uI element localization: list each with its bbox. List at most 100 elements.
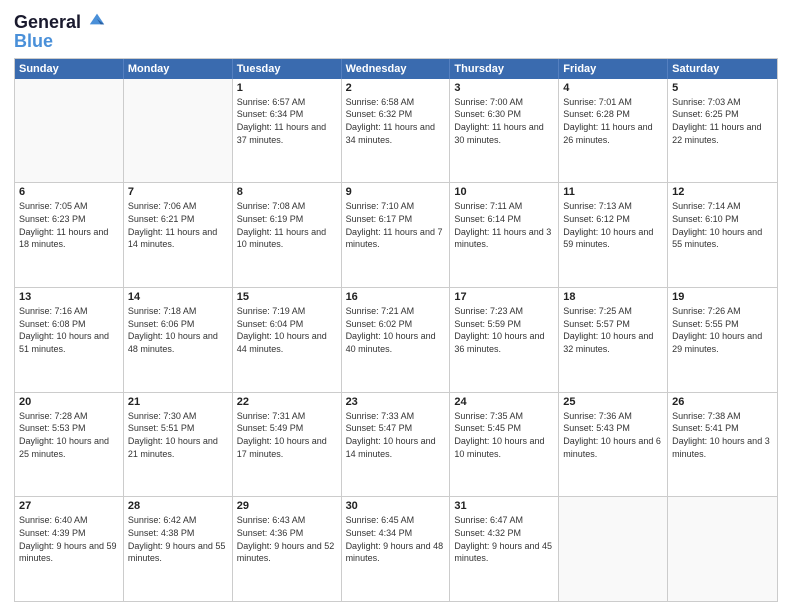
calendar-body: 1 Sunrise: 6:57 AM Sunset: 6:34 PM Daylig… (15, 79, 777, 601)
weekday-header-saturday: Saturday (668, 59, 777, 79)
day-number: 9 (346, 186, 446, 198)
cell-info: Sunrise: 7:05 AM Sunset: 6:23 PM Dayligh… (19, 200, 119, 250)
day-number: 23 (346, 396, 446, 408)
day-number: 2 (346, 82, 446, 94)
cal-cell: 12 Sunrise: 7:14 AM Sunset: 6:10 PM Dayli… (668, 183, 777, 287)
day-number: 27 (19, 500, 119, 512)
cell-info: Sunrise: 7:28 AM Sunset: 5:53 PM Dayligh… (19, 410, 119, 460)
cal-cell: 25 Sunrise: 7:36 AM Sunset: 5:43 PM Dayli… (559, 393, 668, 497)
day-number: 18 (563, 291, 663, 303)
day-number: 12 (672, 186, 773, 198)
calendar-header: SundayMondayTuesdayWednesdayThursdayFrid… (15, 59, 777, 79)
day-number: 22 (237, 396, 337, 408)
day-number: 29 (237, 500, 337, 512)
cell-info: Sunrise: 7:23 AM Sunset: 5:59 PM Dayligh… (454, 305, 554, 355)
cell-info: Sunrise: 7:36 AM Sunset: 5:43 PM Dayligh… (563, 410, 663, 460)
cell-info: Sunrise: 7:13 AM Sunset: 6:12 PM Dayligh… (563, 200, 663, 250)
day-number: 11 (563, 186, 663, 198)
logo-icon (88, 10, 106, 28)
logo-text: General (14, 10, 106, 33)
cal-cell: 29 Sunrise: 6:43 AM Sunset: 4:36 PM Dayli… (233, 497, 342, 601)
week-row-2: 6 Sunrise: 7:05 AM Sunset: 6:23 PM Daylig… (15, 182, 777, 287)
cal-cell: 11 Sunrise: 7:13 AM Sunset: 6:12 PM Dayli… (559, 183, 668, 287)
day-number: 19 (672, 291, 773, 303)
cell-info: Sunrise: 7:21 AM Sunset: 6:02 PM Dayligh… (346, 305, 446, 355)
week-row-3: 13 Sunrise: 7:16 AM Sunset: 6:08 PM Dayli… (15, 287, 777, 392)
logo: General Blue (14, 10, 106, 52)
day-number: 1 (237, 82, 337, 94)
cal-cell: 4Sunrise: 7:01 AM Sunset: 6:28 PM Daylig… (559, 79, 668, 183)
day-number: 20 (19, 396, 119, 408)
cell-info: Sunrise: 7:38 AM Sunset: 5:41 PM Dayligh… (672, 410, 773, 460)
page: General Blue SundayMondayTuesdayWednesda… (0, 0, 792, 612)
cal-cell: 30Sunrise: 6:45 AM Sunset: 4:34 PM Dayli… (342, 497, 451, 601)
cal-cell: 24 Sunrise: 7:35 AM Sunset: 5:45 PM Dayli… (450, 393, 559, 497)
cal-cell: 16 Sunrise: 7:21 AM Sunset: 6:02 PM Dayli… (342, 288, 451, 392)
cell-info: Sunrise: 7:00 AM Sunset: 6:30 PM Dayligh… (454, 96, 554, 146)
calendar: SundayMondayTuesdayWednesdayThursdayFrid… (14, 58, 778, 602)
cell-info: Sunrise: 6:47 AM Sunset: 4:32 PM Dayligh… (454, 514, 554, 564)
cal-cell: 2Sunrise: 6:58 AM Sunset: 6:32 PM Daylig… (342, 79, 451, 183)
cal-cell: 7Sunrise: 7:06 AM Sunset: 6:21 PM Daylig… (124, 183, 233, 287)
cal-cell (559, 497, 668, 601)
cell-info: Sunrise: 7:26 AM Sunset: 5:55 PM Dayligh… (672, 305, 773, 355)
cell-info: Sunrise: 7:18 AM Sunset: 6:06 PM Dayligh… (128, 305, 228, 355)
cal-cell: 31 Sunrise: 6:47 AM Sunset: 4:32 PM Dayli… (450, 497, 559, 601)
cell-info: Sunrise: 6:57 AM Sunset: 6:34 PM Dayligh… (237, 96, 337, 146)
cal-cell: 28 Sunrise: 6:42 AM Sunset: 4:38 PM Dayli… (124, 497, 233, 601)
cal-cell: 9Sunrise: 7:10 AM Sunset: 6:17 PM Daylig… (342, 183, 451, 287)
day-number: 16 (346, 291, 446, 303)
day-number: 17 (454, 291, 554, 303)
cell-info: Sunrise: 7:11 AM Sunset: 6:14 PM Dayligh… (454, 200, 554, 250)
week-row-5: 27 Sunrise: 6:40 AM Sunset: 4:39 PM Dayli… (15, 496, 777, 601)
cal-cell: 14 Sunrise: 7:18 AM Sunset: 6:06 PM Dayli… (124, 288, 233, 392)
cell-info: Sunrise: 6:45 AM Sunset: 4:34 PM Dayligh… (346, 514, 446, 564)
week-row-4: 20 Sunrise: 7:28 AM Sunset: 5:53 PM Dayli… (15, 392, 777, 497)
cal-cell: 27 Sunrise: 6:40 AM Sunset: 4:39 PM Dayli… (15, 497, 124, 601)
cal-cell (124, 79, 233, 183)
day-number: 28 (128, 500, 228, 512)
cell-info: Sunrise: 7:30 AM Sunset: 5:51 PM Dayligh… (128, 410, 228, 460)
cal-cell: 23 Sunrise: 7:33 AM Sunset: 5:47 PM Dayli… (342, 393, 451, 497)
cell-info: Sunrise: 7:33 AM Sunset: 5:47 PM Dayligh… (346, 410, 446, 460)
cal-cell: 22 Sunrise: 7:31 AM Sunset: 5:49 PM Dayli… (233, 393, 342, 497)
weekday-header-monday: Monday (124, 59, 233, 79)
cell-info: Sunrise: 7:25 AM Sunset: 5:57 PM Dayligh… (563, 305, 663, 355)
weekday-header-friday: Friday (559, 59, 668, 79)
day-number: 6 (19, 186, 119, 198)
cell-info: Sunrise: 6:42 AM Sunset: 4:38 PM Dayligh… (128, 514, 228, 564)
cal-cell: 20 Sunrise: 7:28 AM Sunset: 5:53 PM Dayli… (15, 393, 124, 497)
cell-info: Sunrise: 6:43 AM Sunset: 4:36 PM Dayligh… (237, 514, 337, 564)
cell-info: Sunrise: 7:35 AM Sunset: 5:45 PM Dayligh… (454, 410, 554, 460)
day-number: 26 (672, 396, 773, 408)
cell-info: Sunrise: 7:31 AM Sunset: 5:49 PM Dayligh… (237, 410, 337, 460)
day-number: 14 (128, 291, 228, 303)
weekday-header-thursday: Thursday (450, 59, 559, 79)
cell-info: Sunrise: 7:08 AM Sunset: 6:19 PM Dayligh… (237, 200, 337, 250)
day-number: 8 (237, 186, 337, 198)
cell-info: Sunrise: 7:16 AM Sunset: 6:08 PM Dayligh… (19, 305, 119, 355)
cal-cell (668, 497, 777, 601)
cal-cell (15, 79, 124, 183)
cal-cell: 13 Sunrise: 7:16 AM Sunset: 6:08 PM Dayli… (15, 288, 124, 392)
cal-cell: 5Sunrise: 7:03 AM Sunset: 6:25 PM Daylig… (668, 79, 777, 183)
cal-cell: 18 Sunrise: 7:25 AM Sunset: 5:57 PM Dayli… (559, 288, 668, 392)
day-number: 13 (19, 291, 119, 303)
weekday-header-tuesday: Tuesday (233, 59, 342, 79)
day-number: 3 (454, 82, 554, 94)
day-number: 31 (454, 500, 554, 512)
cal-cell: 10Sunrise: 7:11 AM Sunset: 6:14 PM Dayli… (450, 183, 559, 287)
cal-cell: 3 Sunrise: 7:00 AM Sunset: 6:30 PM Daylig… (450, 79, 559, 183)
cell-info: Sunrise: 7:14 AM Sunset: 6:10 PM Dayligh… (672, 200, 773, 250)
day-number: 25 (563, 396, 663, 408)
day-number: 24 (454, 396, 554, 408)
cal-cell: 26 Sunrise: 7:38 AM Sunset: 5:41 PM Dayli… (668, 393, 777, 497)
weekday-header-wednesday: Wednesday (342, 59, 451, 79)
weekday-header-sunday: Sunday (15, 59, 124, 79)
week-row-1: 1 Sunrise: 6:57 AM Sunset: 6:34 PM Daylig… (15, 79, 777, 183)
logo-blue: Blue (14, 31, 106, 52)
cell-info: Sunrise: 7:03 AM Sunset: 6:25 PM Dayligh… (672, 96, 773, 146)
cal-cell: 1 Sunrise: 6:57 AM Sunset: 6:34 PM Daylig… (233, 79, 342, 183)
cell-info: Sunrise: 7:06 AM Sunset: 6:21 PM Dayligh… (128, 200, 228, 250)
cell-info: Sunrise: 6:40 AM Sunset: 4:39 PM Dayligh… (19, 514, 119, 564)
